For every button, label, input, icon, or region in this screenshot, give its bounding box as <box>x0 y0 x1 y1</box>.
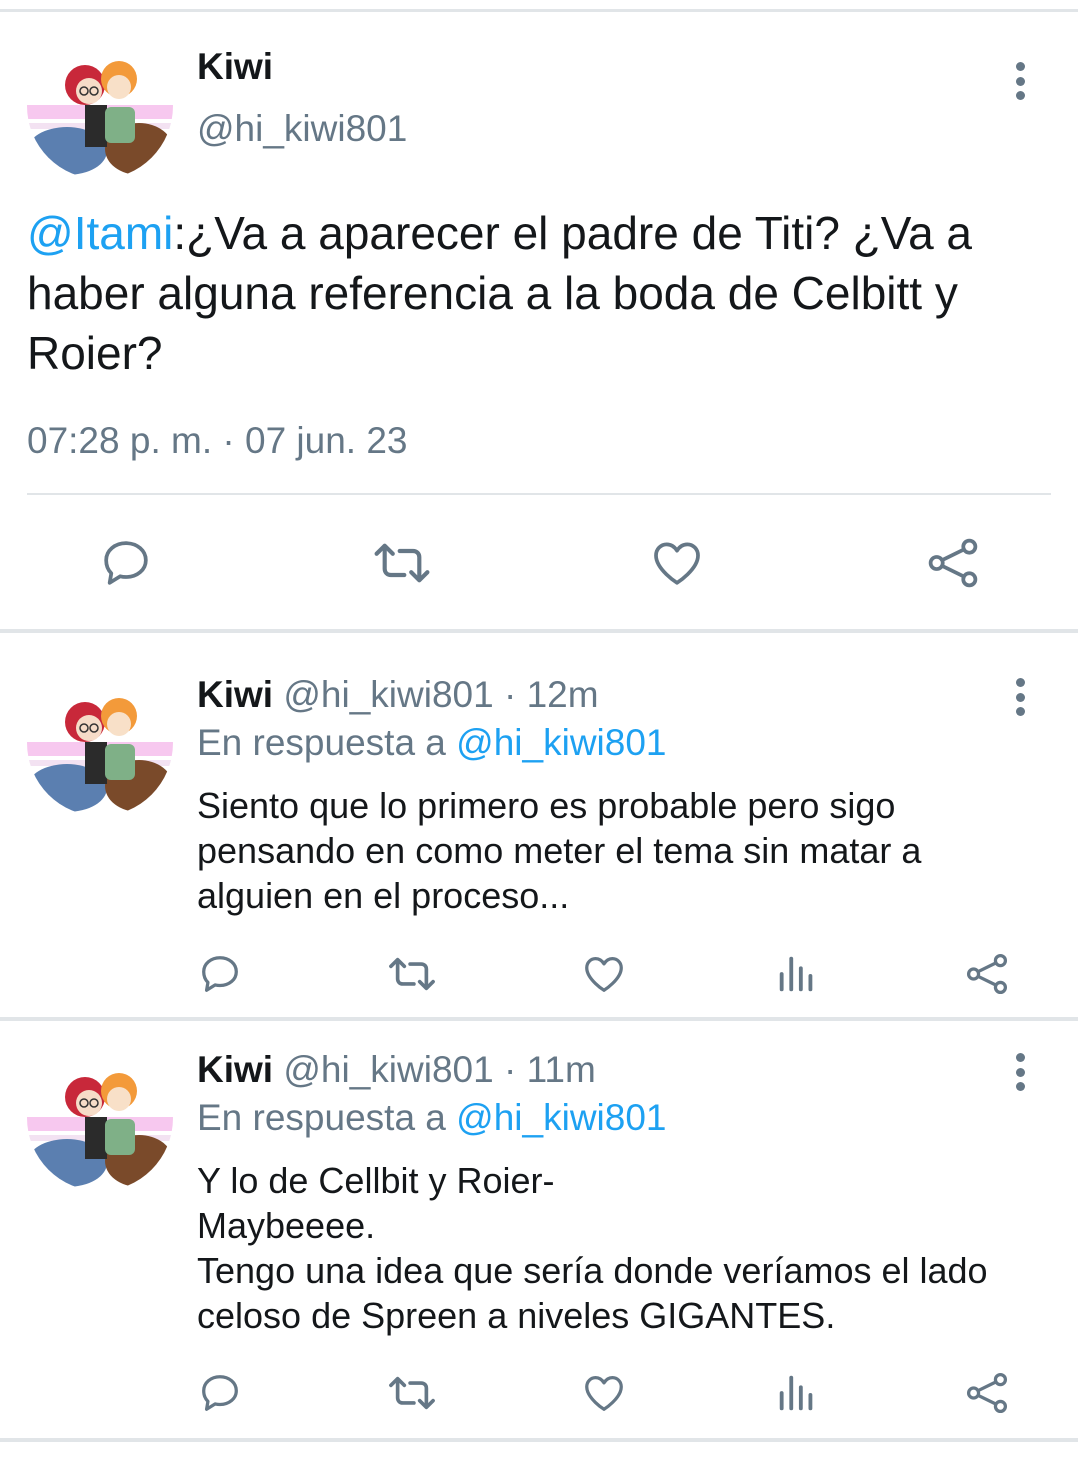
tweet-text: Y lo de Cellbit y Roier- Maybeeee. Tengo… <box>197 1160 988 1336</box>
avatar-illustration <box>27 1073 173 1187</box>
analytics-button[interactable] <box>774 951 820 997</box>
handle[interactable]: @hi_kiwi801 <box>283 674 493 715</box>
retweet-button[interactable] <box>387 951 437 997</box>
handle[interactable]: @hi_kiwi801 <box>283 1049 493 1090</box>
reply-button[interactable] <box>197 951 243 997</box>
reply-to-handle[interactable]: @hi_kiwi801 <box>456 1097 666 1138</box>
avatar[interactable] <box>27 1045 173 1191</box>
like-icon <box>585 1376 623 1411</box>
share-icon <box>966 1372 1008 1414</box>
section-divider <box>0 1017 1078 1021</box>
reply-icon <box>202 956 238 992</box>
reply-icon <box>104 541 148 585</box>
avatar[interactable] <box>27 670 173 816</box>
section-divider <box>0 629 1078 633</box>
reply-button[interactable] <box>98 535 154 591</box>
display-name[interactable]: Kiwi <box>197 46 273 88</box>
like-icon <box>654 542 700 585</box>
separator: · <box>503 1049 517 1090</box>
reply-to-label: En respuesta a <box>197 722 446 763</box>
reply-context: En respuesta a @hi_kiwi801 <box>197 722 667 764</box>
analytics-icon <box>779 1375 813 1411</box>
share-icon <box>928 538 978 588</box>
retweet-icon <box>389 1376 435 1410</box>
reply-to-handle[interactable]: @hi_kiwi801 <box>456 722 666 763</box>
like-button[interactable] <box>580 1370 628 1416</box>
avatar[interactable] <box>27 33 173 179</box>
timestamp[interactable]: 11m <box>527 1049 596 1090</box>
retweet-button[interactable] <box>387 1370 437 1416</box>
like-icon <box>585 957 623 992</box>
reply-to-label: En respuesta a <box>197 1097 446 1138</box>
reply-context: En respuesta a @hi_kiwi801 <box>197 1097 667 1139</box>
reply-header: Kiwi @hi_kiwi801 · 12m <box>197 674 599 716</box>
timestamp[interactable]: 12m <box>527 674 599 715</box>
avatar-illustration <box>27 698 173 812</box>
like-button[interactable] <box>648 535 706 591</box>
analytics-button[interactable] <box>774 1370 820 1416</box>
reply-button[interactable] <box>197 1370 243 1416</box>
divider <box>27 493 1051 495</box>
display-name[interactable]: Kiwi <box>197 1049 273 1090</box>
like-button[interactable] <box>580 951 628 997</box>
reply-icon <box>202 1375 238 1411</box>
more-options-icon[interactable] <box>1000 56 1040 106</box>
analytics-icon <box>779 956 813 992</box>
mention-link[interactable]: @Itami <box>27 207 173 259</box>
handle[interactable]: @hi_kiwi801 <box>197 108 407 150</box>
retweet-icon <box>374 543 430 583</box>
share-button[interactable] <box>964 951 1010 997</box>
more-options-icon[interactable] <box>1000 1047 1040 1097</box>
separator: · <box>503 674 517 715</box>
tweet-text: Siento que lo primero es probable pero s… <box>197 785 922 916</box>
share-button[interactable] <box>924 535 982 591</box>
retweet-button[interactable] <box>372 535 432 591</box>
share-icon <box>966 953 1008 995</box>
more-options-icon[interactable] <box>1000 672 1040 722</box>
display-name[interactable]: Kiwi <box>197 674 273 715</box>
tweet-text: @Itami:¿Va a aparecer el padre de Titi? … <box>27 203 1027 383</box>
section-divider <box>0 1438 1078 1442</box>
reply-header: Kiwi @hi_kiwi801 · 11m <box>197 1049 596 1091</box>
top-divider <box>0 9 1078 12</box>
share-button[interactable] <box>964 1370 1010 1416</box>
timestamp[interactable]: 07:28 p. m. · 07 jun. 23 <box>27 420 408 462</box>
avatar-illustration <box>27 61 173 175</box>
retweet-icon <box>389 957 435 991</box>
